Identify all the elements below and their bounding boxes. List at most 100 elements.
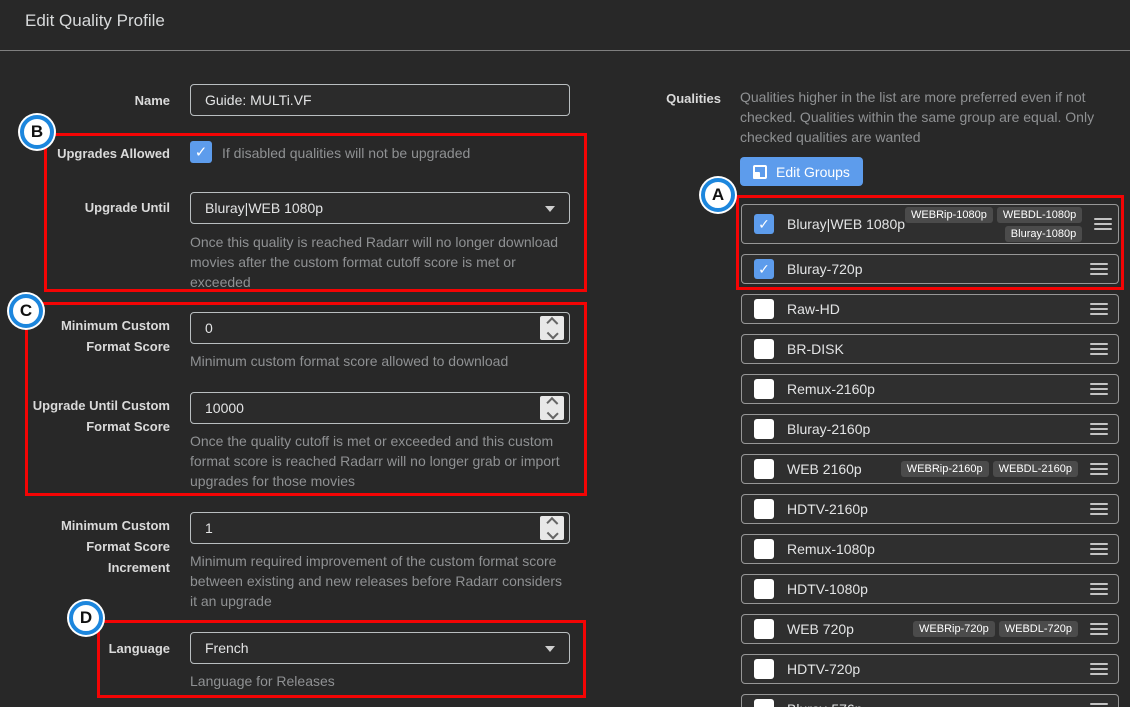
upgrade-until-score-help: Once the quality cutoff is met or exceed… [190,431,570,491]
quality-badge: WEBRip-720p [913,621,995,637]
min-increment-value: 1 [205,520,213,536]
quality-item[interactable]: ✓ WEB 2160p WEBRip-2160pWEBDL-2160p [741,454,1119,484]
quality-item[interactable]: ✓ Raw-HD [741,294,1119,324]
ungroup-icon [753,165,767,179]
quality-checkbox[interactable]: ✓ [754,299,774,319]
quality-label: WEB 720p [787,621,854,637]
annotation-circle-d: D [69,601,103,635]
upgrades-allowed-label: Upgrades Allowed [24,143,170,164]
upgrade-until-value: Bluray|WEB 1080p [205,200,323,216]
quality-checkbox[interactable]: ✓ [754,459,774,479]
quality-checkbox[interactable]: ✓ [754,539,774,559]
name-input[interactable] [190,84,570,116]
chevron-down-icon [545,206,555,212]
quality-badges: WEBRip-2160pWEBDL-2160p [901,461,1078,477]
drag-handle-icon[interactable] [1090,503,1108,515]
quality-item[interactable]: ✓ HDTV-2160p [741,494,1119,524]
drag-handle-icon[interactable] [1090,703,1108,707]
drag-handle-icon[interactable] [1090,623,1108,635]
upgrades-allowed-help: If disabled qualities will not be upgrad… [222,142,470,164]
quality-item[interactable]: ✓ Bluray-2160p [741,414,1119,444]
quality-item[interactable]: ✓ WEB 720p WEBRip-720pWEBDL-720p [741,614,1119,644]
upgrade-until-select[interactable]: Bluray|WEB 1080p [190,192,570,224]
quality-checkbox[interactable]: ✓ [754,619,774,639]
drag-handle-icon[interactable] [1090,463,1108,475]
drag-handle-icon[interactable] [1090,383,1108,395]
quality-item[interactable]: ✓ Remux-2160p [741,374,1119,404]
qualities-list: ✓ Bluray|WEB 1080p WEBRip-1080pWEBDL-108… [741,204,1119,707]
quality-badge: WEBDL-2160p [993,461,1078,477]
number-spinner-icon[interactable] [540,396,564,420]
check-icon: ✓ [758,261,770,278]
min-increment-help: Minimum required improvement of the cust… [190,551,570,611]
drag-handle-icon[interactable] [1090,423,1108,435]
drag-handle-icon[interactable] [1090,343,1108,355]
quality-label: Remux-2160p [787,381,875,397]
quality-badge: Bluray-1080p [1005,226,1082,242]
min-increment-label: Minimum Custom Format Score Increment [24,515,170,578]
modal-header: Edit Quality Profile [0,0,1130,50]
quality-badge: WEBRip-1080p [905,207,993,223]
quality-badge: WEBDL-720p [999,621,1078,637]
quality-item[interactable]: ✓ Remux-1080p [741,534,1119,564]
language-help: Language for Releases [190,671,570,691]
quality-label: Raw-HD [787,301,840,317]
quality-item[interactable]: ✓ Bluray|WEB 1080p WEBRip-1080pWEBDL-108… [741,204,1119,244]
upgrade-until-label: Upgrade Until [24,197,170,218]
quality-badges: WEBRip-720pWEBDL-720p [913,621,1078,637]
quality-label: Bluray-2160p [787,421,870,437]
drag-handle-icon[interactable] [1090,303,1108,315]
check-icon: ✓ [758,216,770,233]
quality-item[interactable]: ✓ BR-DISK [741,334,1119,364]
quality-checkbox[interactable]: ✓ [754,339,774,359]
name-label: Name [24,90,170,111]
quality-badges: WEBRip-1080pWEBDL-1080p Bluray-1080p [905,207,1082,242]
quality-label: HDTV-720p [787,661,860,677]
drag-handle-icon[interactable] [1090,663,1108,675]
number-spinner-icon[interactable] [540,316,564,340]
quality-label: Bluray|WEB 1080p [787,216,905,232]
min-format-score-input[interactable]: 0 [190,312,570,344]
min-format-score-label: Minimum Custom Format Score [24,315,170,357]
quality-item[interactable]: ✓ HDTV-1080p [741,574,1119,604]
quality-checkbox[interactable]: ✓ [754,659,774,679]
quality-checkbox[interactable]: ✓ [754,579,774,599]
upgrade-until-score-label: Upgrade Until Custom Format Score [24,395,170,437]
qualities-label: Qualities [551,91,721,106]
drag-handle-icon[interactable] [1090,263,1108,275]
edit-quality-profile-modal: Edit Quality Profile Name Upgrades Allow… [0,0,1130,707]
quality-label: WEB 2160p [787,461,862,477]
quality-checkbox[interactable]: ✓ [754,214,774,234]
quality-checkbox[interactable]: ✓ [754,699,774,707]
drag-handle-icon[interactable] [1094,218,1112,230]
quality-item[interactable]: ✓ HDTV-720p [741,654,1119,684]
quality-checkbox[interactable]: ✓ [754,419,774,439]
quality-checkbox[interactable]: ✓ [754,259,774,279]
language-select[interactable]: French [190,632,570,664]
quality-checkbox[interactable]: ✓ [754,379,774,399]
quality-badge: WEBRip-2160p [901,461,989,477]
language-label: Language [24,638,170,659]
drag-handle-icon[interactable] [1090,543,1108,555]
edit-groups-label: Edit Groups [776,164,850,180]
min-format-score-value: 0 [205,320,213,336]
qualities-help: Qualities higher in the list are more pr… [740,87,1120,147]
upgrade-until-score-input[interactable]: 10000 [190,392,570,424]
quality-checkbox[interactable]: ✓ [754,499,774,519]
quality-label: BR-DISK [787,341,844,357]
quality-item[interactable]: ✓ Bluray-720p [741,254,1119,284]
header-divider [0,50,1130,51]
check-icon: ✓ [195,143,208,161]
chevron-down-icon [545,646,555,652]
number-spinner-icon[interactable] [540,516,564,540]
quality-badge: WEBDL-1080p [997,207,1082,223]
min-increment-input[interactable]: 1 [190,512,570,544]
page-title: Edit Quality Profile [25,11,165,31]
edit-groups-button[interactable]: Edit Groups [740,157,863,186]
upgrades-allowed-checkbox[interactable]: ✓ [190,141,212,163]
language-value: French [205,640,249,656]
drag-handle-icon[interactable] [1090,583,1108,595]
upgrade-until-help: Once this quality is reached Radarr will… [190,232,570,292]
min-format-score-help: Minimum custom format score allowed to d… [190,351,570,371]
quality-item[interactable]: ✓ Bluray-576p [741,694,1119,707]
